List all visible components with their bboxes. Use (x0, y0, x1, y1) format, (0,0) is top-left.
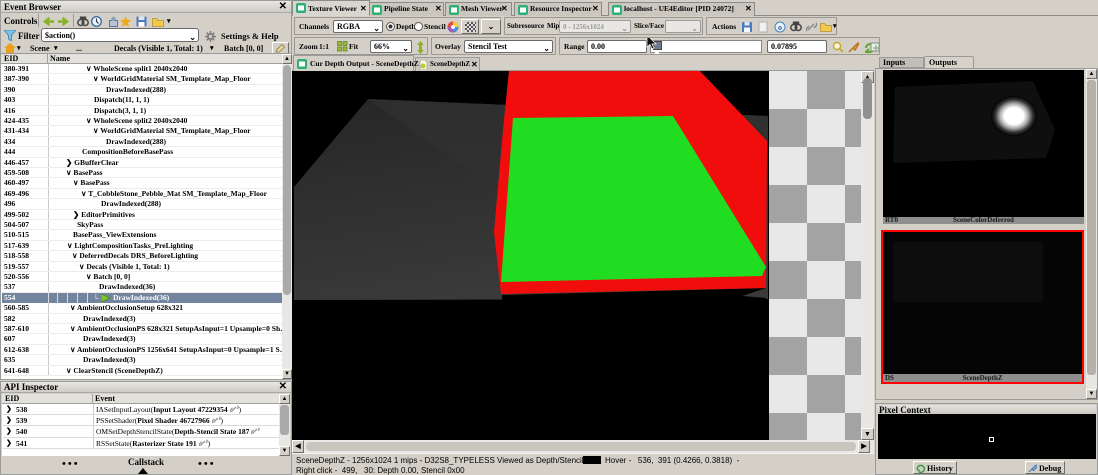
svg-text:o: o (778, 23, 782, 32)
